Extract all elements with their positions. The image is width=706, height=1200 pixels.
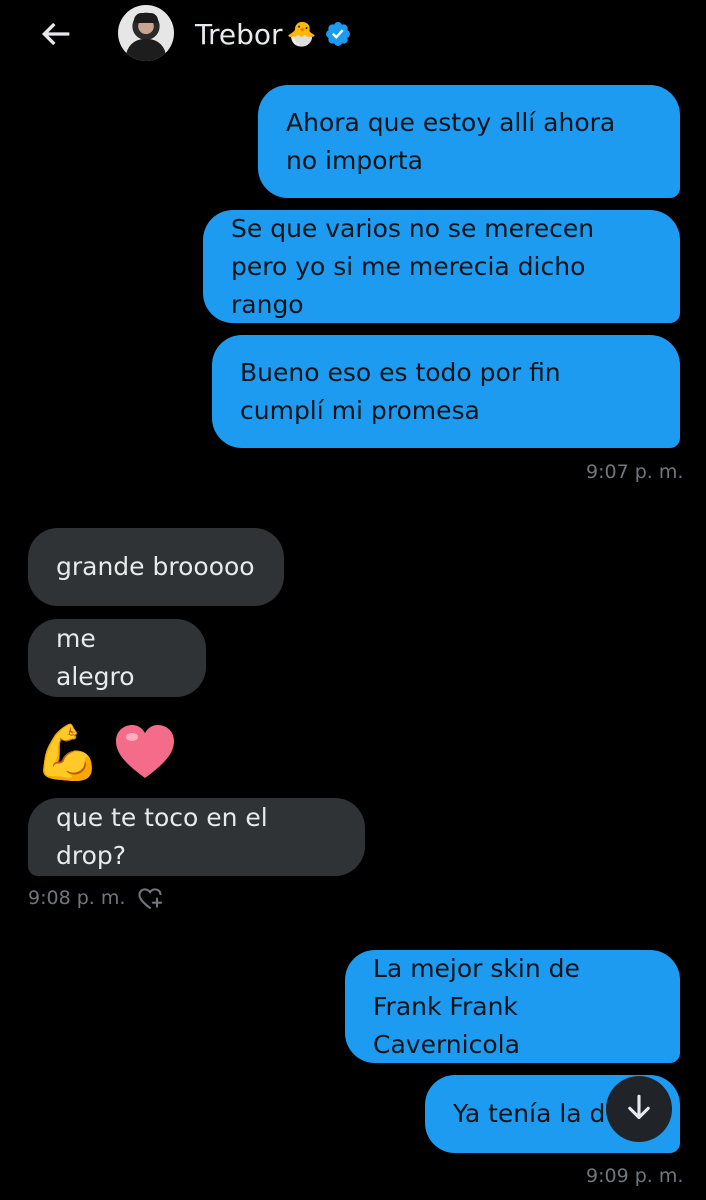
avatar[interactable] (118, 5, 174, 61)
message-incoming[interactable]: que te toco en el drop? (28, 798, 365, 876)
message-timestamp: 9:07 p. m. (586, 461, 684, 483)
message-text: grande brooooo (56, 552, 255, 581)
message-emoji[interactable]: 💪 ❤️ (34, 722, 177, 784)
message-timestamp: 9:08 p. m. (28, 887, 126, 909)
name-emoji: 🐣 (286, 20, 317, 48)
arrow-down-icon (628, 1094, 650, 1120)
contact-name-row[interactable]: Trebor 🐣 (195, 14, 352, 54)
scroll-to-bottom-button[interactable] (606, 1076, 672, 1142)
message-text: Bueno eso es todo por fin cumplí mi prom… (240, 357, 561, 425)
message-text: La mejor skin de Frank Frank Cavernicola (373, 953, 580, 1059)
verified-badge-icon (326, 22, 351, 46)
message-text: que te toco en el drop? (56, 803, 268, 870)
message-outgoing[interactable]: La mejor skin de Frank Frank Cavernicola (345, 950, 680, 1063)
message-incoming[interactable]: grande brooooo (28, 528, 284, 606)
message-timestamp: 9:09 p. m. (586, 1165, 684, 1187)
message-text: Se que varios no se merecen pero yo si m… (231, 213, 595, 319)
contact-name: Trebor (195, 17, 283, 51)
flexed-biceps-emoji: 💪 (34, 721, 102, 784)
conversation-header: Trebor 🐣 (0, 0, 706, 70)
arrow-left-icon[interactable] (36, 14, 76, 54)
heart-icon (116, 725, 175, 778)
message-text: Ahora que estoy allí ahora no importa (286, 107, 616, 175)
message-incoming[interactable]: me alegro (28, 619, 206, 697)
message-text: me alegro (56, 624, 135, 691)
message-outgoing[interactable]: Bueno eso es todo por fin cumplí mi prom… (212, 335, 680, 448)
heart-plus-icon[interactable] (136, 884, 164, 912)
message-outgoing[interactable]: Se que varios no se merecen pero yo si m… (203, 210, 680, 323)
message-outgoing[interactable]: Ahora que estoy allí ahora no importa (258, 85, 680, 198)
